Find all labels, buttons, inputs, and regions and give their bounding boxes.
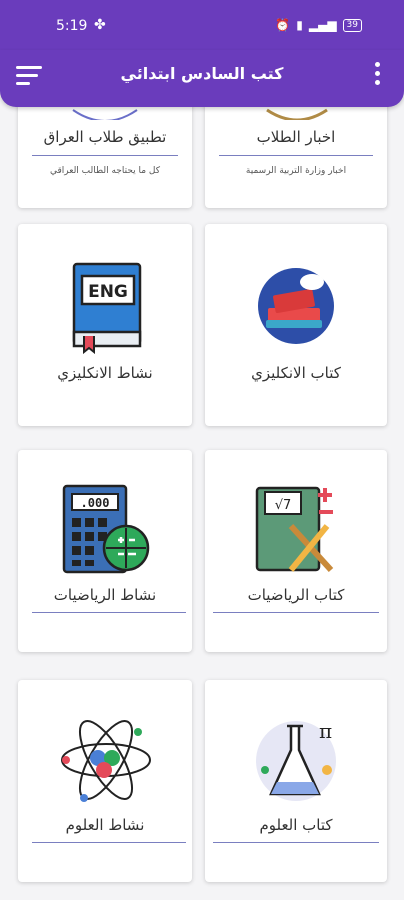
card-label: نشاط العلوم	[65, 816, 145, 834]
vibrate-icon: ▮	[296, 18, 303, 32]
svg-text:ENG: ENG	[88, 282, 128, 302]
status-bar: 5:19 ✤ ⏰ ▮ ▂▄▆ 39	[0, 0, 404, 50]
flask-icon: π	[256, 719, 336, 801]
card-label: نشاط الانكليزي	[57, 364, 153, 382]
app-bar: كتب السادس ابتدائي	[0, 50, 404, 107]
alarm-icon: ⏰	[275, 18, 291, 32]
math-book-icon: √7	[255, 486, 334, 573]
card-math-activity[interactable]: .000 نشاط الرياضيات	[18, 450, 192, 652]
card-divider	[32, 612, 186, 613]
card-divider	[219, 155, 373, 156]
card-divider	[32, 842, 186, 843]
svg-text:.000: .000	[81, 496, 110, 510]
battery-icon: 39	[342, 18, 362, 32]
card-subtitle: اخبار وزارة التربية الرسمية	[245, 166, 347, 176]
fan-icon: ✤	[94, 17, 106, 33]
page-title: كتب السادس ابتدائي	[120, 64, 284, 83]
card-english-book[interactable]: كتاب الانكليزي	[205, 224, 387, 426]
card-label: تطبيق طلاب العراق	[43, 128, 167, 146]
more-options-icon[interactable]	[372, 62, 382, 88]
card-label: كتاب الرياضيات	[247, 586, 345, 604]
card-science-book[interactable]: π كتاب العلوم	[205, 680, 387, 882]
svg-text:√7: √7	[275, 498, 292, 513]
calculator-icon: .000	[62, 484, 150, 574]
atom-icon	[61, 720, 151, 802]
signal-icon: ▂▄▆	[308, 18, 337, 32]
card-label: كتاب الانكليزي	[251, 364, 341, 382]
card-label: كتاب العلوم	[259, 816, 333, 834]
card-science-activity[interactable]: نشاط العلوم	[18, 680, 192, 882]
english-book-stack-icon	[258, 268, 334, 344]
card-label: اخبار الطلاب	[256, 128, 336, 146]
card-divider	[213, 612, 379, 613]
english-workbook-icon: ENG	[72, 262, 142, 354]
status-time: 5:19	[56, 18, 88, 34]
card-subtitle: كل ما يحتاجه الطالب العراقي	[49, 166, 161, 176]
svg-text:π: π	[319, 719, 332, 743]
card-english-activity[interactable]: ENG نشاط الانكليزي	[18, 224, 192, 426]
card-label: نشاط الرياضيات	[53, 586, 157, 604]
card-math-book[interactable]: √7 كتاب الرياضيات	[205, 450, 387, 652]
card-divider	[213, 842, 379, 843]
card-divider	[32, 155, 178, 156]
menu-icon[interactable]	[16, 66, 44, 86]
status-icons: ⏰ ▮ ▂▄▆ 39	[275, 18, 362, 32]
